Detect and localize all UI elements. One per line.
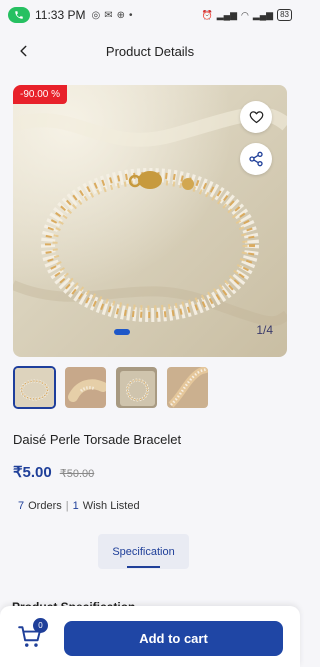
signal-icon-2: ▂▄▆ xyxy=(252,9,274,20)
wishlist-button[interactable] xyxy=(240,101,272,133)
more-dots-icon: • xyxy=(129,9,133,21)
product-image-gallery[interactable]: -90.00 % 1/4 xyxy=(13,85,287,357)
thumbnail-3[interactable] xyxy=(115,366,158,409)
product-stats: 7 Orders | 1 Wish Listed xyxy=(18,500,140,512)
product-name: Daisé Perle Torsade Bracelet xyxy=(13,432,182,447)
wishlist-count: 1 xyxy=(72,500,79,512)
page-title: Product Details xyxy=(105,43,195,59)
tab-active-indicator xyxy=(127,566,160,568)
alarm-icon: ⏰ xyxy=(201,9,213,20)
status-time: 11:33 PM xyxy=(35,8,86,22)
image-counter: 1/4 xyxy=(256,323,273,337)
cart-button[interactable]: 0 xyxy=(17,618,48,654)
thumbnail-4[interactable] xyxy=(166,366,209,409)
price-row: ₹5.00 ₹50.00 xyxy=(13,463,94,481)
tab-specification[interactable]: Specification xyxy=(98,534,189,569)
share-button[interactable] xyxy=(240,143,272,175)
battery-icon: 83 xyxy=(277,9,292,21)
whatsapp-icon: ◎ xyxy=(91,9,101,21)
chevron-left-icon xyxy=(20,45,27,57)
thumbnail-1[interactable] xyxy=(13,366,56,409)
call-icon xyxy=(8,7,30,23)
wishlist-label: Wish Listed xyxy=(82,500,140,512)
back-button[interactable] xyxy=(12,39,36,63)
wifi-icon: ◠ xyxy=(241,9,249,20)
discount-badge: -90.00 % xyxy=(13,85,68,104)
orders-label: Orders xyxy=(28,500,62,512)
add-to-cart-button[interactable]: Add to cart xyxy=(64,621,283,656)
status-bar: 11:33 PM ◎ ✉ ⊕ • ⏰ ▂▄▆ ◠ ▂▄▆ 83 xyxy=(0,0,300,30)
vpn-icon: ⊕ xyxy=(116,9,125,21)
bottom-action-bar: 0 Add to cart xyxy=(0,606,300,667)
message-icon: ✉ xyxy=(104,9,113,21)
signal-icon: ▂▄▆ xyxy=(216,9,237,20)
cart-count-badge: 0 xyxy=(33,618,48,633)
thumbnail-strip xyxy=(13,366,209,409)
original-price: ₹50.00 xyxy=(59,468,95,480)
sale-price: ₹5.00 xyxy=(13,464,52,481)
slide-indicator xyxy=(114,329,130,335)
app-header: Product Details xyxy=(0,30,300,72)
thumbnail-2[interactable] xyxy=(64,366,107,409)
heart-icon xyxy=(249,110,263,123)
share-icon xyxy=(249,151,263,167)
orders-count: 7 xyxy=(18,500,25,512)
stats-separator: | xyxy=(65,500,69,512)
